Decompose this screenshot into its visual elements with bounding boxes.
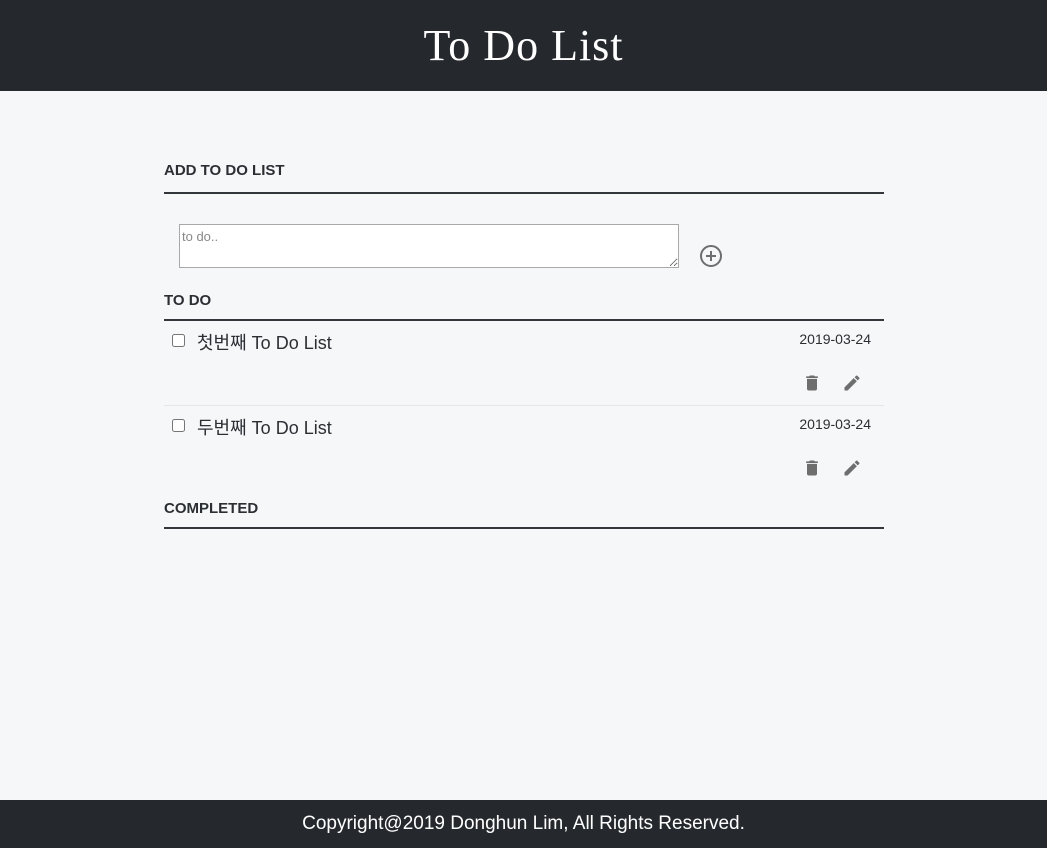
todo-text: 첫번째 To Do List	[197, 333, 332, 353]
pencil-icon	[844, 460, 860, 476]
edit-button[interactable]	[842, 458, 862, 478]
page-header: To Do List	[0, 0, 1047, 91]
trash-icon	[806, 375, 818, 391]
add-button[interactable]	[700, 245, 722, 267]
todo-date: 2019-03-24	[799, 331, 871, 347]
todo-input[interactable]	[179, 224, 679, 268]
trash-icon	[806, 460, 818, 476]
copyright-text: Copyright@2019 Donghun Lim, All Rights R…	[302, 813, 745, 834]
completed-section-title: COMPLETED	[164, 500, 884, 529]
todo-item: 두번째 To Do List 2019-03-24	[164, 406, 884, 491]
todo-text: 두번째 To Do List	[197, 418, 332, 438]
todo-checkbox[interactable]	[172, 419, 185, 432]
todo-date: 2019-03-24	[799, 416, 871, 432]
page-title: To Do List	[423, 21, 624, 70]
pencil-icon	[844, 375, 860, 391]
edit-button[interactable]	[842, 373, 862, 393]
todo-section-title: TO DO	[164, 292, 884, 321]
delete-button[interactable]	[802, 458, 822, 478]
todo-item: 첫번째 To Do List 2019-03-24	[164, 321, 884, 406]
todo-checkbox[interactable]	[172, 334, 185, 347]
add-section-title: ADD TO DO LIST	[164, 162, 884, 194]
delete-button[interactable]	[802, 373, 822, 393]
page-footer: Copyright@2019 Donghun Lim, All Rights R…	[0, 800, 1047, 848]
